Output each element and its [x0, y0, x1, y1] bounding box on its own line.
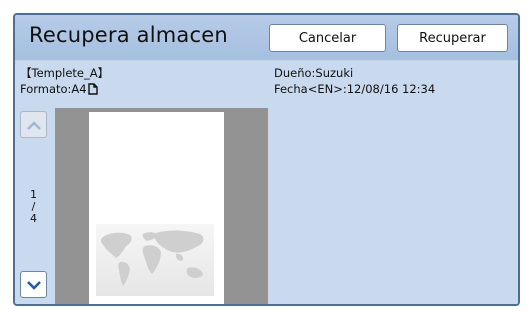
page-up-button[interactable] — [20, 111, 47, 138]
dialog-title: Recupera almacen — [29, 23, 228, 47]
chevron-up-icon — [26, 120, 41, 130]
portrait-page-icon — [87, 83, 98, 95]
job-owner: Dueño:Suzuki — [274, 66, 354, 80]
dialog-body: 【Templete_A】 Formato:A4 Dueño:Suzuki Fec… — [15, 61, 518, 304]
page-preview — [89, 112, 224, 304]
recover-button[interactable]: Recuperar — [397, 24, 508, 52]
format-label: Formato:A4 — [20, 82, 87, 96]
job-meta: Dueño:Suzuki Fecha<EN>:12/08/16 12:34 — [274, 65, 435, 97]
recover-storage-dialog: Recupera almacen Cancelar Recuperar 【Tem… — [13, 13, 520, 306]
job-name: 【Templete_A】 — [20, 66, 110, 80]
chevron-down-icon — [26, 280, 41, 290]
cancel-button[interactable]: Cancelar — [269, 24, 386, 52]
preview-area — [55, 108, 268, 304]
page-down-button[interactable] — [20, 271, 47, 298]
world-map-image — [96, 224, 214, 296]
page-indicator: 1 / 4 — [20, 189, 47, 225]
job-info: 【Templete_A】 Formato:A4 — [20, 65, 109, 97]
total-pages: 4 — [30, 212, 37, 225]
job-format: Formato:A4 — [20, 81, 109, 97]
dialog-header: Recupera almacen Cancelar Recuperar — [15, 15, 518, 61]
job-date: Fecha<EN>:12/08/16 12:34 — [274, 82, 436, 96]
